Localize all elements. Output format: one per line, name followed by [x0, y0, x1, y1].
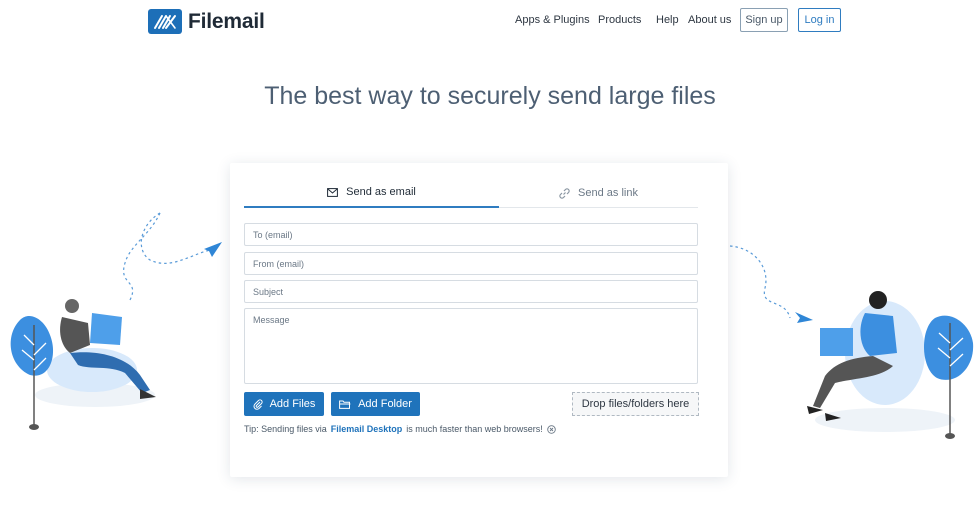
drop-zone[interactable]: Drop files/folders here: [572, 392, 699, 416]
send-mode-tabs: Send as email Send as link: [244, 178, 698, 208]
add-folder-button[interactable]: Add Folder: [331, 392, 420, 416]
send-card: Send as email Send as link Add Files: [230, 163, 728, 477]
paperclip-icon: [253, 398, 263, 410]
add-files-button[interactable]: Add Files: [244, 392, 324, 416]
add-folder-label: Add Folder: [358, 398, 412, 410]
drop-zone-label: Drop files/folders here: [581, 398, 690, 410]
nav-about-us[interactable]: About us: [688, 14, 731, 26]
envelope-icon: [327, 187, 339, 197]
tip: Tip: Sending files via Filemail Desktop …: [244, 424, 556, 434]
person-receiving-illustration: [729, 245, 974, 439]
link-icon: [559, 187, 570, 199]
nav-apps-plugins[interactable]: Apps & Plugins: [515, 14, 590, 26]
folder-icon: [339, 400, 351, 409]
logo-text: Filemail: [188, 9, 265, 33]
filemail-desktop-link[interactable]: Filemail Desktop: [331, 424, 403, 434]
tab-send-as-link[interactable]: Send as link: [499, 178, 698, 208]
from-email-input[interactable]: [244, 252, 698, 275]
tab-link-label: Send as link: [578, 187, 638, 199]
page: Filemail Apps & Plugins Products Help Ab…: [0, 0, 980, 522]
hero-title: The best way to securely send large file…: [264, 82, 716, 110]
nav-help[interactable]: Help: [656, 14, 679, 26]
to-email-input[interactable]: [244, 223, 698, 246]
filemail-logo-icon: [148, 9, 182, 34]
tab-email-label: Send as email: [346, 186, 416, 198]
message-input[interactable]: [244, 308, 698, 384]
close-circle-icon[interactable]: [547, 424, 556, 434]
signup-button[interactable]: Sign up: [740, 8, 788, 32]
nav-products[interactable]: Products: [598, 14, 641, 26]
tip-suffix: is much faster than web browsers!: [406, 424, 543, 434]
tab-send-as-email[interactable]: Send as email: [244, 178, 499, 208]
login-button[interactable]: Log in: [798, 8, 841, 32]
add-files-label: Add Files: [269, 398, 316, 410]
tip-prefix: Tip: Sending files via: [244, 424, 327, 434]
logo[interactable]: Filemail: [148, 9, 265, 34]
subject-input[interactable]: [244, 280, 698, 303]
person-sending-illustration: [10, 212, 222, 430]
